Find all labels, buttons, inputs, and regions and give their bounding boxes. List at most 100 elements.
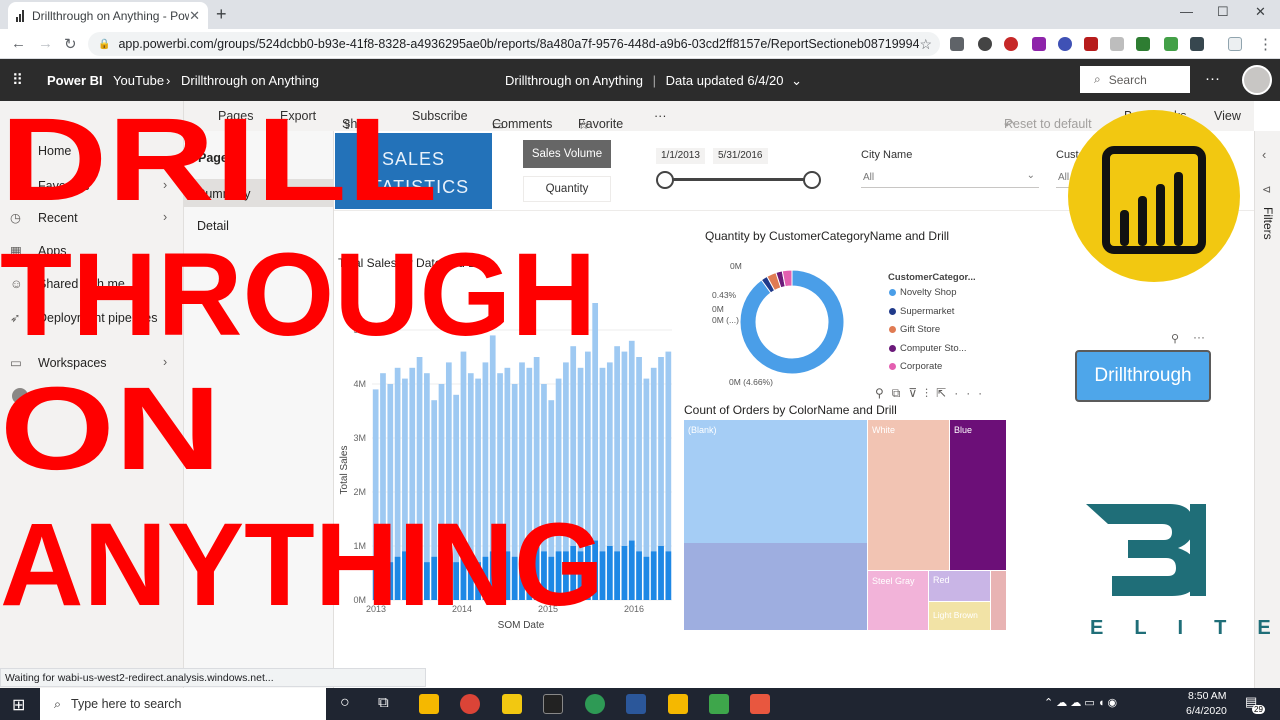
extension-icon[interactable] [1136,37,1150,51]
legend-item[interactable]: Corporate [889,361,942,372]
breadcrumb-report[interactable]: Drillthrough on Anything [181,73,319,88]
city-dropdown-value: All [863,172,875,183]
report-title[interactable]: Drillthrough on Anything | Data updated … [505,73,802,89]
legend-item[interactable]: Novelty Shop [889,287,957,298]
maximize-icon[interactable]: ☐ [1217,4,1229,20]
reload-icon[interactable]: ↻ [64,35,77,53]
treemap-label: (Blank) [688,425,717,435]
legend-dot-icon [889,326,896,333]
app-icon[interactable] [668,694,688,714]
date-slider-track[interactable] [664,178,812,181]
legend-label: Corporate [900,361,943,372]
clock-time[interactable]: 8:50 AM [1188,690,1227,702]
date-start-input[interactable]: 1/1/2013 [656,148,705,164]
city-dropdown[interactable]: All ⌄ [861,168,1039,188]
extension-icon[interactable] [950,37,964,51]
bi-elite-logo-icon [1086,504,1206,596]
donut-data-label: 0M [712,304,724,314]
breadcrumb-workspace[interactable]: YouTube [113,73,164,88]
task-view-icon[interactable]: ⧉ [378,694,389,711]
app-icon[interactable] [750,694,770,714]
more-options-icon[interactable]: ··· [654,109,667,123]
treemap-cell-white[interactable]: White [868,420,949,570]
favorite-label: Favorite [578,117,624,131]
legend-dot-icon [889,363,896,370]
address-bar[interactable]: 🔒 app.powerbi.com/groups/524dcbb0-b93e-4… [88,32,940,56]
filters-pane[interactable]: ‹ ⊲ Filters [1254,131,1280,688]
date-end-input[interactable]: 5/31/2016 [713,148,768,164]
browser-tab[interactable]: Drillthrough on Anything - Power BI ✕ [8,2,208,29]
data-updated-text: Data updated 6/4/20 [665,73,784,88]
drillthrough-button[interactable]: Drillthrough [1075,350,1211,402]
clock-date[interactable]: 6/4/2020 [1186,705,1227,717]
donut-chart[interactable] [730,250,860,390]
donut-data-label: 0M [730,261,742,271]
search-box[interactable]: ⌕ Search [1080,66,1190,93]
chrome-icon[interactable] [460,694,480,714]
tray-icons[interactable]: ⌃ ☁ ☁ ▭ ◖ ◉ [1044,696,1117,709]
camtasia-icon[interactable] [709,694,729,714]
more-options-icon[interactable]: ··· [1193,330,1205,344]
legend-label: Computer Sto... [900,342,967,354]
windows-start-icon[interactable]: ⊞ [12,695,25,715]
extension-icon[interactable] [1110,37,1124,51]
pin-icon[interactable]: ⚲ [1171,332,1179,345]
quantity-button[interactable]: Quantity [523,176,611,202]
legend-label: Supermarket [900,305,955,317]
app-launcher-icon[interactable]: ⠿ [12,71,23,89]
chevron-right-icon: › [166,73,171,88]
chrome-menu-icon[interactable]: ⋮ [1258,35,1273,53]
treemap-cell-other[interactable] [991,571,1006,630]
minimize-icon[interactable]: — [1180,4,1193,19]
legend-item[interactable]: Gift Store [889,324,940,335]
visual-header-icons[interactable]: ⚲⧉⊽⫶⇱··· [875,386,990,401]
pdf-icon[interactable] [1084,37,1098,51]
treemap-label: Light Brown [933,610,978,620]
new-tab-icon[interactable]: + [216,4,227,25]
sales-volume-button[interactable]: Sales Volume [523,140,611,168]
treemap[interactable]: (Blank) White Blue Steel Gray Red Light … [684,420,1006,630]
extension-icon[interactable] [1032,37,1046,51]
extension-icon[interactable] [978,37,992,51]
more-options-icon[interactable]: ··· [1205,70,1220,87]
app-icon[interactable] [585,694,605,714]
treemap-cell-steelgray[interactable]: Steel Gray [868,571,928,630]
close-window-icon[interactable]: ✕ [1255,4,1266,20]
treemap-cell-red[interactable]: Red [929,571,990,601]
powerbi-taskbar-icon[interactable] [502,694,522,714]
legend-dot-icon [889,307,896,315]
treemap-cell-drill[interactable] [684,543,867,630]
y-tick-label: 3M [353,433,366,443]
overlay-title-line2: THROUGH [0,229,597,361]
terminal-icon[interactable] [543,694,563,714]
taskbar-search[interactable]: ⌕ Type here to search [40,688,326,720]
legend-item[interactable]: Computer Sto... [889,343,967,354]
brand-name[interactable]: Power BI [47,73,103,88]
forward-icon[interactable]: → [38,35,53,52]
chevron-left-icon[interactable]: ‹ [1262,147,1266,162]
treemap-cell-blue[interactable]: Blue [950,420,1006,570]
close-tab-icon[interactable]: ✕ [189,8,200,24]
date-slider-end-handle[interactable] [803,171,821,189]
legend-item[interactable]: Supermarket [889,306,954,317]
chevron-down-icon: ⌄ [791,73,803,88]
extension-icon[interactable] [1228,37,1242,51]
file-explorer-icon[interactable] [419,694,439,714]
check-icon[interactable] [1164,37,1178,51]
adblock-icon[interactable] [1004,37,1018,51]
word-icon[interactable] [626,694,646,714]
elite-text: ELITE [1090,617,1271,639]
treemap-cell-lightbrown[interactable]: Light Brown [929,602,990,630]
extension-icon[interactable] [1190,37,1204,51]
avatar[interactable] [1242,65,1272,95]
date-slider-start-handle[interactable] [656,171,674,189]
cortana-icon[interactable]: ○ [340,694,350,712]
powerbi-favicon-icon [16,9,24,22]
extension-icon[interactable] [1058,37,1072,51]
bookmark-star-icon[interactable]: ☆ [919,36,932,53]
bar-drill [658,546,664,600]
back-icon[interactable]: ← [11,35,26,52]
lock-icon: 🔒 [98,38,111,50]
bar-drill [643,556,650,600]
tab-title: Drillthrough on Anything - Power BI [32,8,190,23]
